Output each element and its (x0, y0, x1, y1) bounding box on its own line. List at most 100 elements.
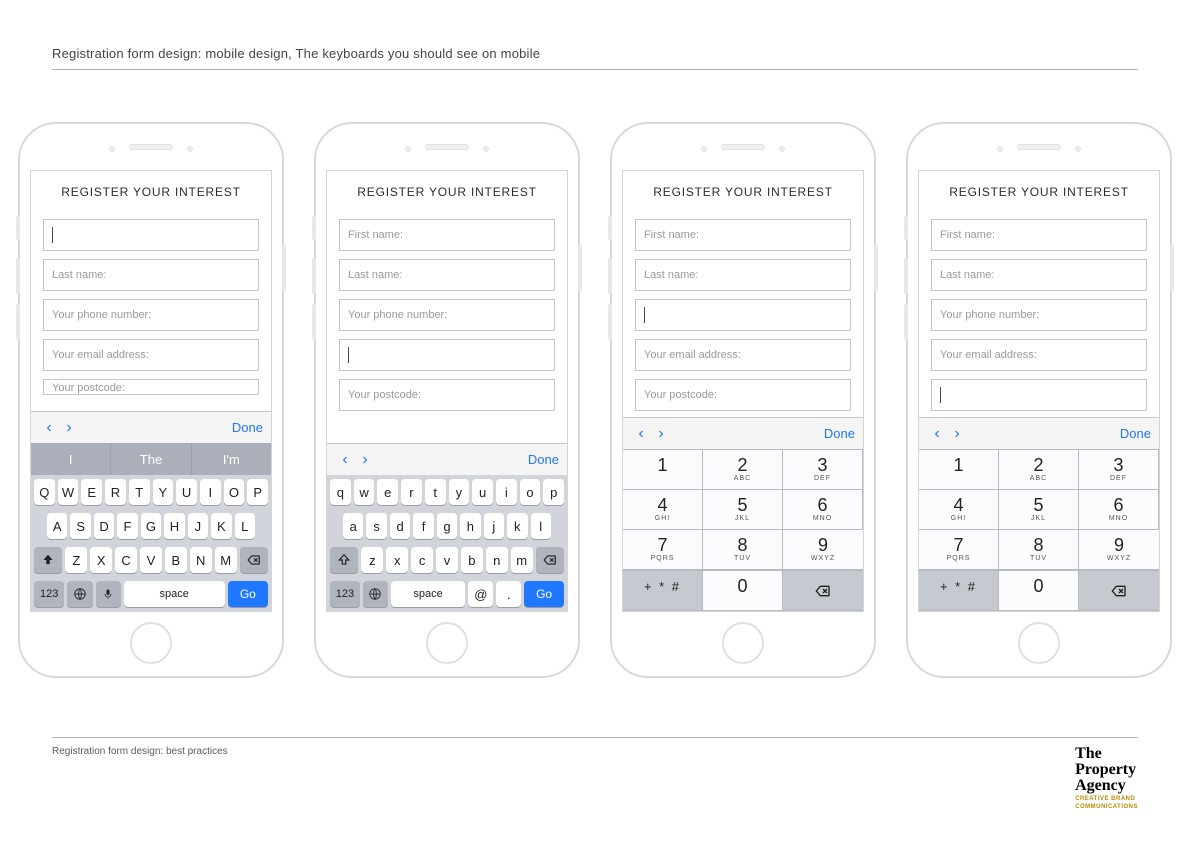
last-name-input[interactable]: Last name: (931, 259, 1147, 291)
kb-done-button[interactable]: Done (528, 452, 559, 467)
kb-next-button[interactable]: › (947, 425, 967, 443)
kb-prev-button[interactable]: ‹ (927, 425, 947, 443)
digit-key[interactable]: 5JKL (703, 490, 783, 530)
kb-suggestion[interactable]: The (111, 443, 191, 475)
letter-key[interactable]: v (436, 547, 458, 573)
letter-key[interactable]: W (58, 479, 79, 505)
kb-done-button[interactable]: Done (1120, 426, 1151, 441)
digit-key[interactable]: 3DEF (783, 450, 863, 490)
letter-key[interactable]: D (94, 513, 114, 539)
letter-key[interactable]: B (165, 547, 187, 573)
letter-key[interactable]: g (437, 513, 457, 539)
email-input[interactable]: Your email address: (43, 339, 259, 371)
digit-key[interactable]: 4GHI (919, 490, 999, 530)
last-name-input[interactable]: Last name: (635, 259, 851, 291)
letter-key[interactable]: T (129, 479, 150, 505)
last-name-input[interactable]: Last name: (43, 259, 259, 291)
at-key[interactable]: @ (468, 581, 493, 607)
symbols-key[interactable]: + * # (623, 571, 703, 611)
numbers-key[interactable]: 123 (34, 581, 64, 607)
letter-key[interactable]: q (330, 479, 351, 505)
backspace-key[interactable] (240, 547, 268, 573)
letter-key[interactable]: p (543, 479, 564, 505)
postcode-input[interactable] (931, 379, 1147, 411)
digit-key[interactable]: 7PQRS (623, 530, 703, 570)
letter-key[interactable]: u (472, 479, 493, 505)
letter-key[interactable]: s (366, 513, 386, 539)
kb-next-button[interactable]: › (651, 425, 671, 443)
letter-key[interactable]: Y (153, 479, 174, 505)
email-input[interactable] (339, 339, 555, 371)
backspace-key[interactable] (1079, 571, 1159, 611)
home-button[interactable] (1018, 622, 1060, 664)
letter-key[interactable]: O (224, 479, 245, 505)
home-button[interactable] (722, 622, 764, 664)
postcode-input[interactable]: Your postcode: (635, 379, 851, 411)
digit-key[interactable]: 6MNO (1079, 490, 1159, 530)
letter-key[interactable]: L (235, 513, 255, 539)
digit-key[interactable]: 6MNO (783, 490, 863, 530)
kb-next-button[interactable]: › (355, 451, 375, 469)
backspace-key[interactable] (536, 547, 564, 573)
letter-key[interactable]: b (461, 547, 483, 573)
go-key[interactable]: Go (228, 581, 268, 607)
letter-key[interactable]: Z (65, 547, 87, 573)
digit-key[interactable]: 2ABC (999, 450, 1079, 490)
first-name-input[interactable]: First name: (635, 219, 851, 251)
backspace-key[interactable] (783, 571, 863, 611)
digit-key[interactable]: 8TUV (999, 530, 1079, 570)
digit-key[interactable]: 8TUV (703, 530, 783, 570)
letter-key[interactable]: a (343, 513, 363, 539)
digit-key[interactable]: 2ABC (703, 450, 783, 490)
kb-done-button[interactable]: Done (824, 426, 855, 441)
digit-key[interactable]: 3DEF (1079, 450, 1159, 490)
phone-input[interactable]: Your phone number: (43, 299, 259, 331)
letter-key[interactable]: G (141, 513, 161, 539)
phone-input[interactable] (635, 299, 851, 331)
postcode-input[interactable]: Your postcode: (339, 379, 555, 411)
phone-input[interactable]: Your phone number: (931, 299, 1147, 331)
letter-key[interactable]: R (105, 479, 126, 505)
letter-key[interactable]: K (211, 513, 231, 539)
digit-key[interactable]: 9WXYZ (783, 530, 863, 570)
letter-key[interactable]: I (200, 479, 221, 505)
letter-key[interactable]: k (507, 513, 527, 539)
letter-key[interactable]: t (425, 479, 446, 505)
letter-key[interactable]: S (70, 513, 90, 539)
letter-key[interactable]: h (460, 513, 480, 539)
globe-key[interactable] (363, 581, 388, 607)
letter-key[interactable]: o (520, 479, 541, 505)
letter-key[interactable]: l (531, 513, 551, 539)
shift-key[interactable] (330, 547, 358, 573)
letter-key[interactable]: i (496, 479, 517, 505)
letter-key[interactable]: m (511, 547, 533, 573)
letter-key[interactable]: f (413, 513, 433, 539)
letter-key[interactable]: N (190, 547, 212, 573)
letter-key[interactable]: z (361, 547, 383, 573)
digit-key[interactable]: 5JKL (999, 490, 1079, 530)
digit-key[interactable]: 7PQRS (919, 530, 999, 570)
globe-key[interactable] (67, 581, 92, 607)
letter-key[interactable]: n (486, 547, 508, 573)
space-key[interactable]: space (391, 581, 466, 607)
first-name-input[interactable]: First name: (931, 219, 1147, 251)
email-input[interactable]: Your email address: (635, 339, 851, 371)
digit-key[interactable]: 9WXYZ (1079, 530, 1159, 570)
letter-key[interactable]: C (115, 547, 137, 573)
space-key[interactable]: space (124, 581, 225, 607)
letter-key[interactable]: e (377, 479, 398, 505)
postcode-input[interactable]: Your postcode: (43, 379, 259, 395)
letter-key[interactable]: U (176, 479, 197, 505)
home-button[interactable] (426, 622, 468, 664)
letter-key[interactable]: r (401, 479, 422, 505)
go-key[interactable]: Go (524, 581, 564, 607)
letter-key[interactable]: A (47, 513, 67, 539)
mic-key[interactable] (96, 581, 121, 607)
symbols-key[interactable]: + * # (919, 571, 999, 611)
letter-key[interactable]: P (247, 479, 268, 505)
home-button[interactable] (130, 622, 172, 664)
last-name-input[interactable]: Last name: (339, 259, 555, 291)
kb-next-button[interactable]: › (59, 419, 79, 437)
letter-key[interactable]: H (164, 513, 184, 539)
digit-key[interactable]: 1 (919, 450, 999, 490)
